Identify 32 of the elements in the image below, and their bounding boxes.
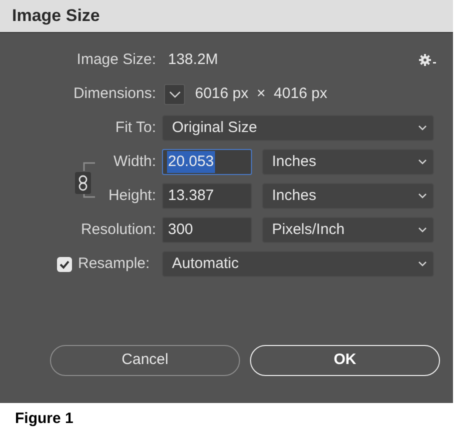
field-label: Fit To: — [114, 118, 157, 138]
dialog-button[interactable]: Cancel — [50, 345, 240, 376]
field-label: Resolution: — [80, 220, 157, 240]
number-field[interactable]: 20.053 — [162, 149, 252, 175]
resample-checkbox[interactable] — [57, 256, 72, 272]
chevron-down-icon — [418, 261, 427, 267]
dropdown[interactable]: Inches — [262, 149, 434, 175]
dropdown[interactable]: Inches — [262, 183, 434, 209]
chevron-down-icon — [418, 193, 427, 199]
settings-icon[interactable] — [418, 53, 438, 67]
image-size-value: 138.2M — [167, 50, 218, 70]
dropdown[interactable]: Pixels/Inch — [262, 217, 434, 243]
dropdown[interactable]: Automatic — [162, 251, 434, 277]
field-label: Width: — [112, 152, 157, 172]
field-label: Resample: — [78, 254, 150, 274]
dimensions-value: 6016 px × 4016 px — [195, 84, 328, 104]
number-field[interactable]: 300 — [162, 217, 252, 243]
chain-link-icon — [78, 175, 88, 191]
dimensions-menu-button[interactable] — [164, 84, 185, 104]
dialog-button[interactable]: OK — [250, 345, 440, 376]
window-title: Image Size — [12, 5, 100, 28]
chevron-down-icon — [418, 227, 427, 233]
chevron-down-icon — [168, 90, 180, 98]
field-label: Dimensions: — [72, 84, 157, 104]
figure-caption: Figure 1 — [15, 410, 74, 427]
chevron-down-icon — [418, 125, 427, 131]
number-field[interactable]: 13.387 — [162, 183, 252, 209]
dropdown[interactable]: Original Size — [162, 115, 434, 141]
chevron-down-icon — [418, 159, 427, 165]
field-label: Height: — [107, 186, 157, 206]
field-label: Image Size: — [76, 50, 157, 70]
checkmark-icon — [59, 260, 70, 268]
